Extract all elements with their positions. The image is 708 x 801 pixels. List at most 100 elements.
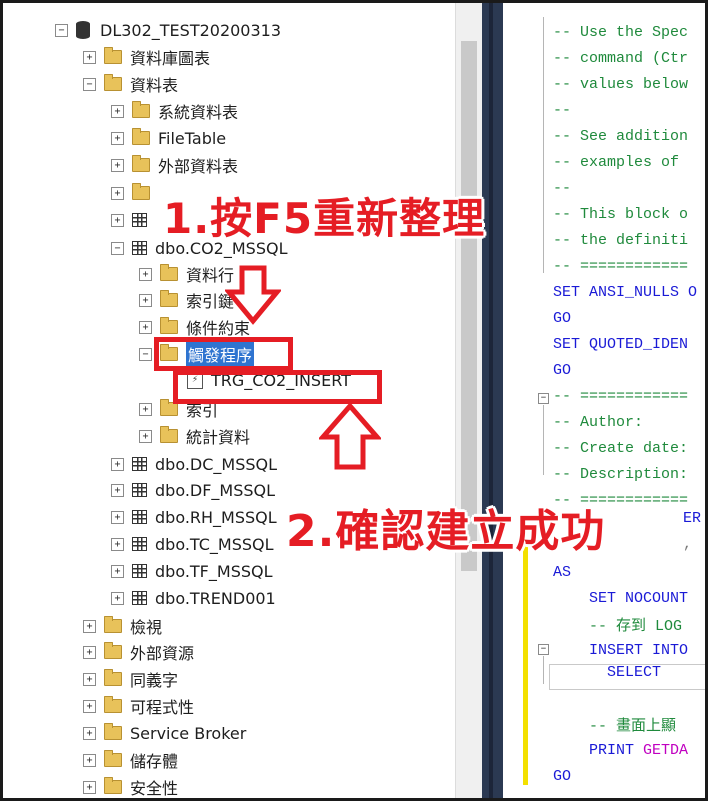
- code-line[interactable]: -- the definiti: [553, 227, 688, 253]
- code-text: GO: [553, 767, 572, 785]
- tree-node-systables[interactable]: + 系統資料表: [111, 98, 238, 124]
- folder-icon: [132, 128, 150, 145]
- tree-node-security[interactable]: + 安全性: [83, 774, 178, 798]
- tree-node-label: 資料表: [130, 76, 179, 95]
- expand-icon[interactable]: +: [139, 293, 152, 307]
- explorer-scrollbar-thumb[interactable]: [461, 41, 477, 571]
- tree-node-stats[interactable]: + 統計資料: [139, 423, 250, 449]
- table-icon: [132, 510, 147, 524]
- tree-node-exttables[interactable]: + 外部資料表: [111, 152, 238, 178]
- code-line[interactable]: -- See addition: [553, 123, 688, 149]
- collapse-icon[interactable]: −: [55, 23, 68, 37]
- code-line[interactable]: -- 畫面上顯: [553, 711, 676, 737]
- expand-icon[interactable]: +: [83, 780, 96, 794]
- expand-icon[interactable]: +: [83, 726, 96, 740]
- code-line[interactable]: --: [553, 97, 571, 123]
- expand-icon[interactable]: +: [111, 564, 124, 578]
- code-line[interactable]: -- Description:: [553, 461, 688, 487]
- tree-node-dc[interactable]: + dbo.DC_MSSQL: [111, 451, 277, 477]
- expand-icon[interactable]: +: [139, 402, 152, 416]
- code-line[interactable]: SET QUOTED_IDEN: [553, 331, 688, 357]
- expand-icon[interactable]: +: [111, 483, 124, 497]
- expand-icon[interactable]: +: [83, 753, 96, 767]
- expand-icon[interactable]: +: [83, 645, 96, 659]
- tree-node-df[interactable]: + dbo.DF_MSSQL: [111, 477, 275, 503]
- code-line[interactable]: GO: [553, 763, 571, 789]
- code-line[interactable]: -- Use the Spec: [553, 19, 688, 45]
- tree-node-label: 可程式性: [130, 698, 195, 717]
- code-line[interactable]: GO: [553, 357, 571, 383]
- expand-icon[interactable]: +: [139, 320, 152, 334]
- code-line[interactable]: -- Create date:: [553, 435, 688, 461]
- code-line[interactable]: PRINT GETDA: [553, 737, 688, 763]
- expand-icon[interactable]: +: [111, 186, 124, 200]
- code-function: GETDA: [643, 741, 689, 759]
- fold-collapse-icon[interactable]: −: [538, 644, 549, 655]
- tree-node-trend[interactable]: + dbo.TREND001: [111, 585, 276, 611]
- expand-icon[interactable]: +: [83, 672, 96, 686]
- code-line[interactable]: GO: [553, 305, 571, 331]
- code-line[interactable]: -- values below: [553, 71, 688, 97]
- code-line[interactable]: ,: [683, 531, 692, 557]
- tree-node-diagrams[interactable]: + 資料庫圖表: [83, 44, 210, 70]
- fold-guide: [543, 656, 544, 684]
- expand-icon[interactable]: +: [111, 537, 124, 551]
- code-line[interactable]: SELECT: [553, 659, 661, 685]
- fold-guide: [543, 17, 544, 273]
- tree-node-views[interactable]: + 檢視: [83, 613, 162, 639]
- tree-node-tc[interactable]: + dbo.TC_MSSQL: [111, 531, 274, 557]
- folder-icon: [160, 264, 178, 281]
- code-line[interactable]: -- ============: [553, 253, 688, 279]
- tree-node-storage[interactable]: + 儲存體: [83, 747, 178, 773]
- code-line[interactable]: AS: [553, 559, 571, 585]
- highlight-box-triggers: [154, 337, 293, 371]
- expand-icon[interactable]: +: [139, 267, 152, 281]
- code-line[interactable]: -- ============: [553, 383, 688, 409]
- code-line[interactable]: -- examples of: [553, 149, 679, 175]
- code-text: -- 畫面上顯: [553, 717, 677, 735]
- expand-icon[interactable]: +: [111, 510, 124, 524]
- tree-node-filetable[interactable]: + FileTable: [111, 125, 226, 151]
- expand-icon[interactable]: +: [111, 213, 124, 227]
- tree-node-synonyms[interactable]: + 同義字: [83, 666, 178, 692]
- expand-icon[interactable]: +: [83, 619, 96, 633]
- tree-node-extres[interactable]: + 外部資源: [83, 639, 194, 665]
- tree-node-label: 系統資料表: [158, 103, 239, 122]
- expand-icon[interactable]: +: [111, 158, 124, 172]
- expand-icon[interactable]: +: [111, 131, 124, 145]
- tree-node-rh[interactable]: + dbo.RH_MSSQL: [111, 504, 277, 530]
- code-line[interactable]: SET NOCOUNT: [553, 585, 688, 611]
- fold-collapse-icon[interactable]: −: [538, 393, 549, 404]
- collapse-icon[interactable]: −: [83, 77, 96, 91]
- expand-icon[interactable]: +: [83, 50, 96, 64]
- expand-icon[interactable]: +: [111, 104, 124, 118]
- tree-node-keys[interactable]: + 索引鍵: [139, 287, 234, 313]
- code-line[interactable]: -- Author:: [553, 409, 643, 435]
- code-line[interactable]: -- 存到 LOG: [553, 611, 682, 637]
- code-line[interactable]: -- This block o: [553, 201, 688, 227]
- expand-icon[interactable]: +: [83, 699, 96, 713]
- tree-node-hidden1[interactable]: +: [111, 180, 158, 206]
- tree-node-tf[interactable]: + dbo.TF_MSSQL: [111, 558, 273, 584]
- query-editor[interactable]: − − -- Use the Spec -- command (Ctr -- val…: [503, 3, 705, 798]
- code-line[interactable]: --: [553, 175, 571, 201]
- tree-node-label: dbo.DF_MSSQL: [155, 480, 276, 500]
- code-line[interactable]: ER: [683, 505, 701, 531]
- expand-icon[interactable]: +: [111, 591, 124, 605]
- tree-node-hidden2[interactable]: +: [111, 207, 155, 233]
- tree-node-db[interactable]: − DL302_TEST20200313: [55, 17, 281, 43]
- tree-node-tables[interactable]: − 資料表: [83, 71, 178, 97]
- folder-icon: [104, 616, 122, 633]
- expand-icon[interactable]: +: [111, 457, 124, 471]
- collapse-icon[interactable]: −: [139, 347, 152, 361]
- code-line[interactable]: -- command (Ctr: [553, 45, 688, 71]
- explorer-scrollbar[interactable]: [455, 3, 483, 798]
- pane-splitter[interactable]: [482, 3, 503, 798]
- expand-icon[interactable]: +: [139, 429, 152, 443]
- collapse-icon[interactable]: −: [111, 241, 124, 255]
- tree-node-columns[interactable]: + 資料行: [139, 261, 234, 287]
- tree-node-broker[interactable]: + Service Broker: [83, 720, 246, 746]
- tree-node-programmability[interactable]: + 可程式性: [83, 693, 194, 719]
- code-line[interactable]: SET ANSI_NULLS O: [553, 279, 697, 305]
- folder-icon: [132, 183, 150, 200]
